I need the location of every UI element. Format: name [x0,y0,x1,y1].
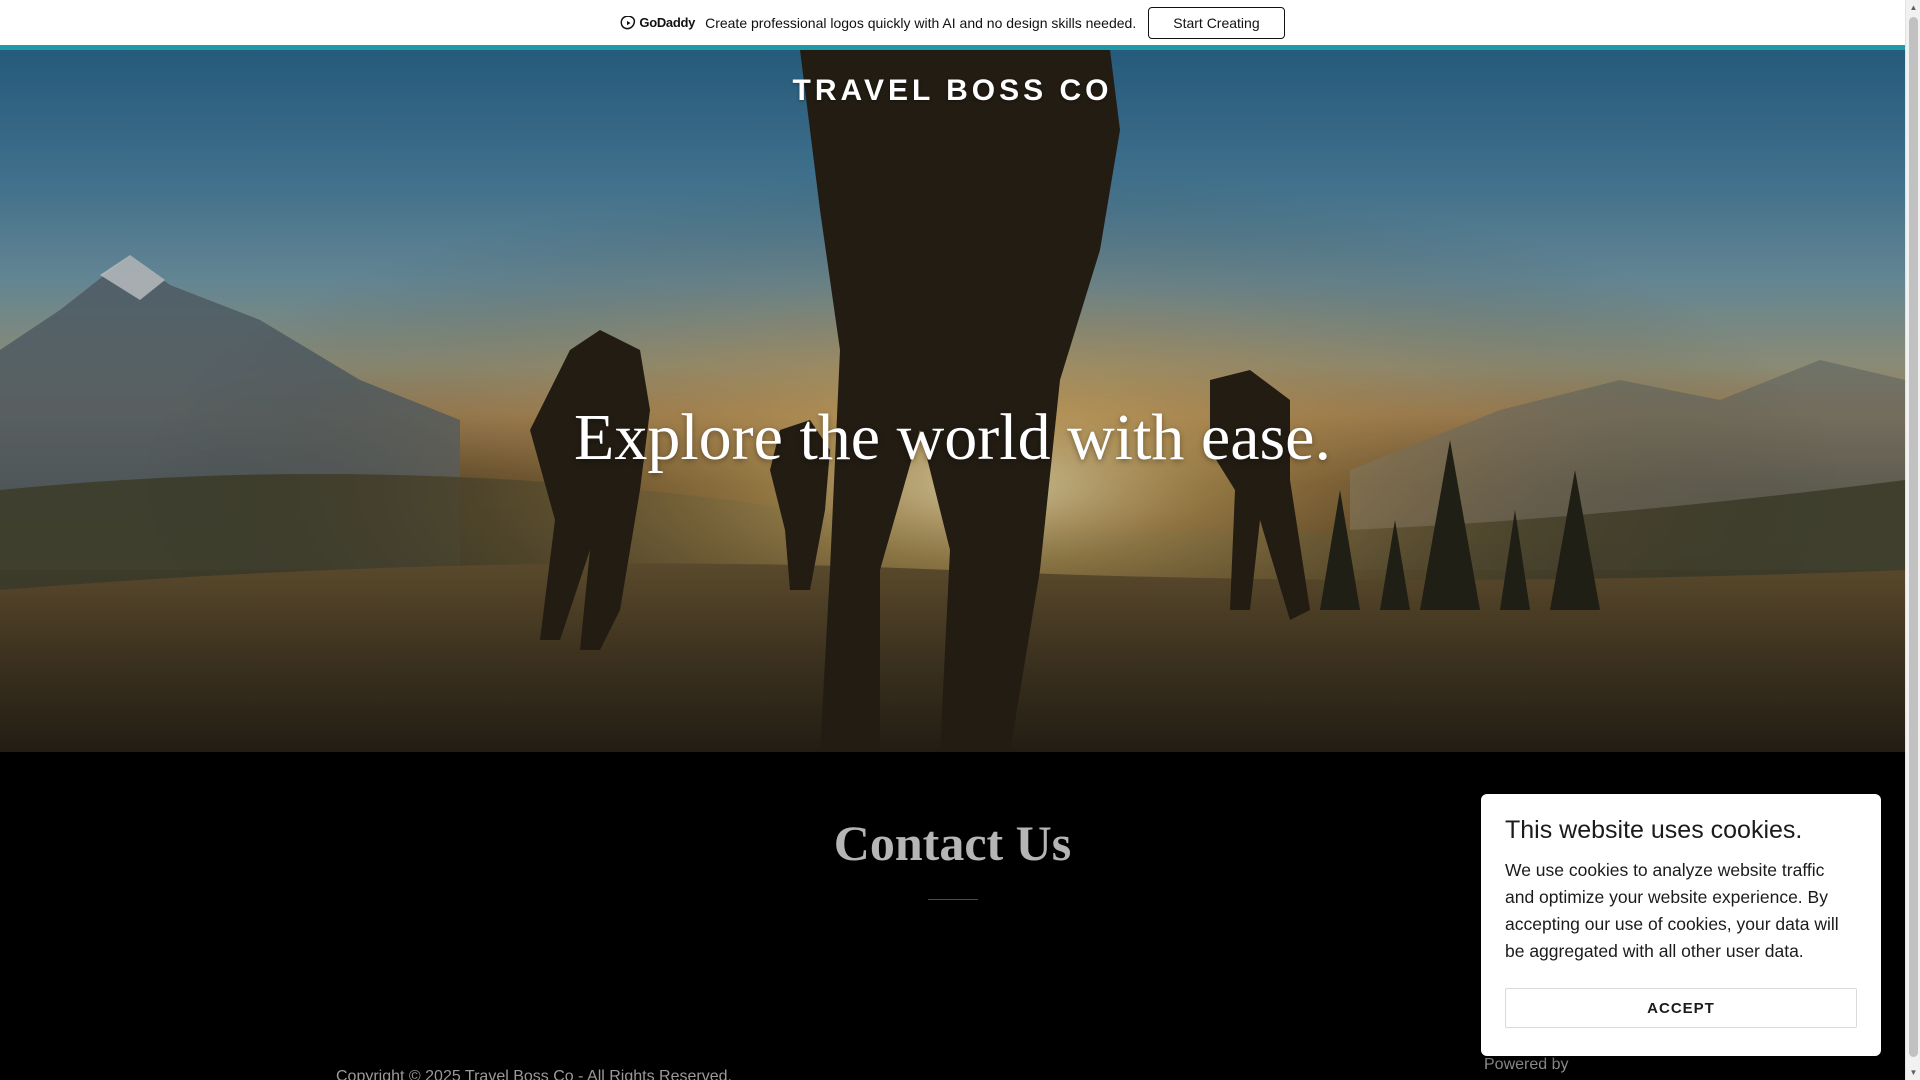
godaddy-logo-text: GoDaddy [639,15,696,30]
accept-cookies-button[interactable]: ACCEPT [1505,988,1857,1028]
hero-section: TRAVEL BOSS CO Explore the world with ea… [0,50,1905,752]
hero-headline: Explore the world with ease. [574,401,1331,474]
godaddy-logo: GoDaddy [620,15,695,30]
copyright-text: Copyright © 2025 Travel Boss Co - All Ri… [336,1068,732,1080]
site-title[interactable]: TRAVEL BOSS CO [0,74,1905,108]
scroll-up-icon[interactable]: ▲ [1906,0,1920,15]
cookie-banner-title: This website uses cookies. [1505,816,1803,844]
page: GoDaddy Create professional logos quickl… [0,0,1920,1080]
godaddy-icon [620,15,636,29]
promo-message: Create professional logos quickly with A… [705,14,1137,31]
start-creating-button[interactable]: Start Creating [1148,6,1285,39]
cookie-banner-text: We use cookies to analyze website traffi… [1505,860,1839,961]
scroll-down-icon[interactable]: ▼ [1906,1065,1920,1080]
section-divider [928,899,978,900]
scrollbar-thumb[interactable] [1909,17,1918,1057]
page-scrollbar[interactable]: ▲ ▼ [1905,0,1920,1080]
powered-by-text: Powered by [1484,1056,1569,1073]
cookie-banner: This website uses cookies. We use cookie… [1481,794,1881,1056]
promo-bar: GoDaddy Create professional logos quickl… [0,0,1905,50]
